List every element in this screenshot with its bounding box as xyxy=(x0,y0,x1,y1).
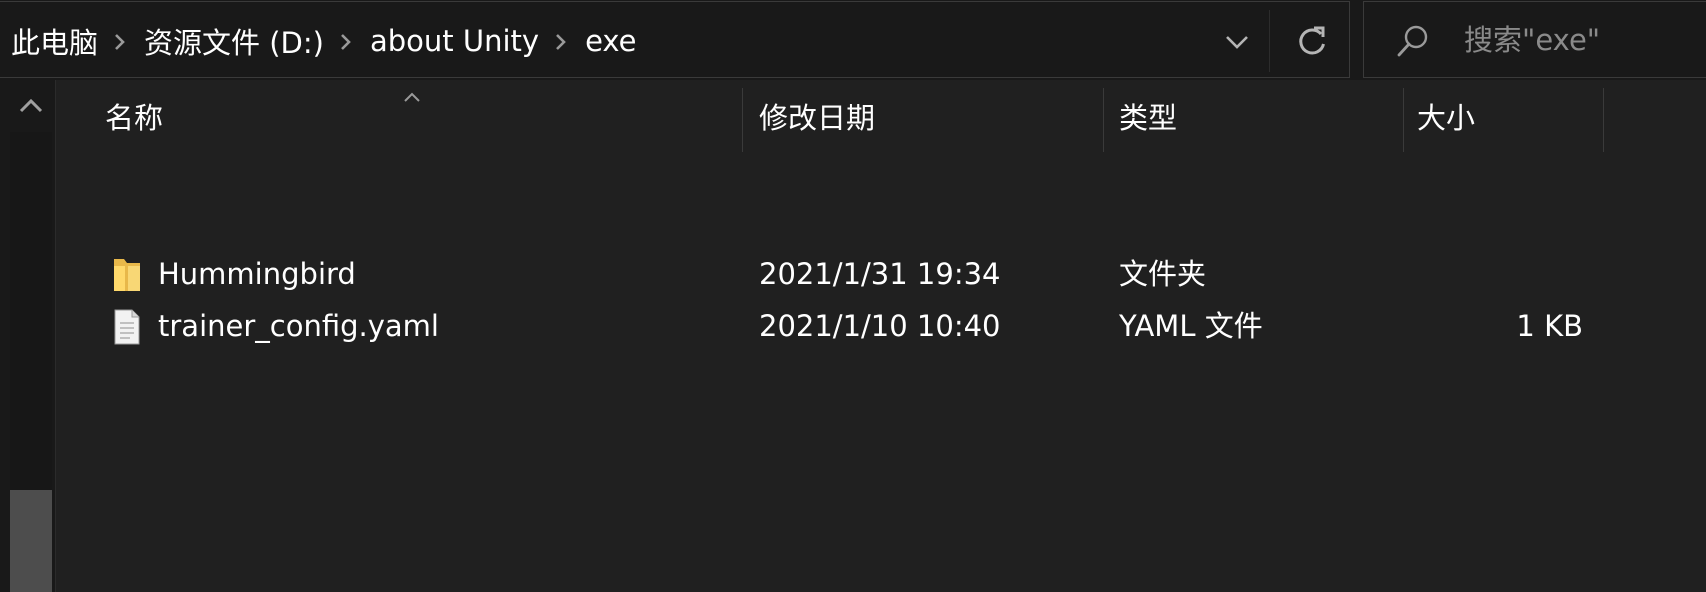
breadcrumb: 此电脑 资源文件 (D:) about Unity exe xyxy=(11,2,637,79)
column-divider[interactable] xyxy=(1403,88,1404,152)
address-bar[interactable]: 此电脑 资源文件 (D:) about Unity exe xyxy=(0,1,1350,78)
file-list: 名称 修改日期 类型 大小 Hummingbird 2021/1/31 19:3… xyxy=(56,80,1706,592)
file-modified: 2021/1/31 19:34 xyxy=(759,257,1001,291)
file-type: 文件夹 xyxy=(1119,257,1207,291)
scrollbar-thumb[interactable] xyxy=(10,490,52,592)
breadcrumb-chevron-icon[interactable] xyxy=(539,26,585,56)
scroll-up-icon[interactable] xyxy=(18,96,44,116)
breadcrumb-this-pc[interactable]: 此电脑 xyxy=(11,20,98,62)
document-icon xyxy=(112,309,142,345)
sort-ascending-icon xyxy=(402,88,422,102)
column-header-size[interactable]: 大小 xyxy=(1417,80,1475,152)
column-header-row: 名称 修改日期 类型 大小 xyxy=(56,80,1706,152)
search-placeholder[interactable]: 搜索"exe" xyxy=(1464,2,1600,79)
file-size xyxy=(1417,248,1583,300)
file-explorer-window: 此电脑 资源文件 (D:) about Unity exe 搜索"exe" 名称… xyxy=(0,0,1706,592)
refresh-icon[interactable] xyxy=(1293,22,1331,60)
chevron-down-icon[interactable] xyxy=(1221,26,1253,58)
breadcrumb-about-unity[interactable]: about Unity xyxy=(370,24,539,58)
breadcrumb-drive-d[interactable]: 资源文件 (D:) xyxy=(144,20,324,62)
address-divider xyxy=(1269,10,1270,72)
column-header-modified[interactable]: 修改日期 xyxy=(759,80,875,152)
navigation-bar: 此电脑 资源文件 (D:) about Unity exe 搜索"exe" xyxy=(0,0,1706,80)
search-box[interactable]: 搜索"exe" xyxy=(1363,1,1706,78)
column-header-name[interactable]: 名称 xyxy=(105,80,163,152)
folder-icon xyxy=(112,257,142,293)
table-row[interactable]: Hummingbird 2021/1/31 19:34 文件夹 xyxy=(56,248,1706,300)
breadcrumb-exe[interactable]: exe xyxy=(585,24,636,58)
column-divider[interactable] xyxy=(742,88,743,152)
file-name[interactable]: Hummingbird xyxy=(158,248,356,300)
column-divider[interactable] xyxy=(1603,88,1604,152)
column-divider[interactable] xyxy=(1103,88,1104,152)
file-modified: 2021/1/10 10:40 xyxy=(759,309,1001,343)
breadcrumb-chevron-icon[interactable] xyxy=(98,26,144,56)
file-type: YAML 文件 xyxy=(1119,309,1263,343)
file-size: 1 KB xyxy=(1516,309,1583,343)
search-icon xyxy=(1396,24,1430,58)
table-row[interactable]: trainer_config.yaml 2021/1/10 10:40 YAML… xyxy=(56,300,1706,352)
breadcrumb-chevron-icon[interactable] xyxy=(324,26,370,56)
column-header-type[interactable]: 类型 xyxy=(1119,80,1177,152)
file-name[interactable]: trainer_config.yaml xyxy=(158,300,439,352)
